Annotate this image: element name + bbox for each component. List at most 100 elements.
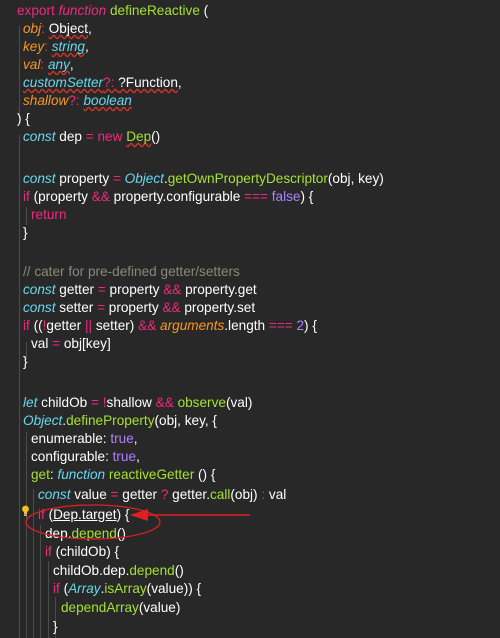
code-token: property xyxy=(109,282,164,297)
code-line[interactable]: if (Dep.target) { xyxy=(0,506,129,524)
code-line[interactable]: customSetter?: ?Function, xyxy=(0,74,182,92)
code-line[interactable]: key: string, xyxy=(0,38,89,56)
code-token: childOb.dep xyxy=(53,563,126,578)
code-token: function xyxy=(58,3,110,18)
code-line[interactable]: const dep = new Dep() xyxy=(0,128,160,146)
code-token: property xyxy=(108,300,163,315)
code-token: let xyxy=(23,395,42,410)
code-token: Dep.target xyxy=(53,507,117,522)
code-token: return xyxy=(31,207,67,222)
code-line[interactable]: configurable: true, xyxy=(0,448,140,466)
code-token: === xyxy=(268,318,297,333)
code-token: : xyxy=(41,21,49,36)
code-line[interactable]: obj: Object, xyxy=(0,20,92,38)
code-line[interactable]: let childOb = !shallow && observe(val) xyxy=(0,394,252,412)
code-token: reactiveGetter xyxy=(108,467,199,482)
code-token: ? xyxy=(160,487,173,502)
code-token: (value) xyxy=(138,600,181,615)
code-token: shallow xyxy=(106,395,156,410)
code-token: (obj, key, { xyxy=(154,413,217,428)
code-line[interactable]: const setter = property && property.set xyxy=(0,299,255,317)
code-token: ?: xyxy=(68,93,84,108)
code-token: , xyxy=(88,21,92,36)
code-line[interactable]: return xyxy=(0,206,67,224)
code-line[interactable]: const getter = property && property.get xyxy=(0,281,257,299)
code-token: === xyxy=(244,189,272,204)
code-token: getter xyxy=(172,487,207,502)
code-token: && xyxy=(163,282,186,297)
code-line[interactable]: val: any, xyxy=(0,56,74,74)
code-token: getter xyxy=(122,487,161,502)
code-line[interactable]: val = obj[key] xyxy=(0,335,111,353)
code-line[interactable]: shallow?: boolean xyxy=(0,92,132,110)
code-line[interactable]: if (childOb) { xyxy=(0,543,119,561)
code-token: ) { xyxy=(304,318,317,333)
code-token: enumerable xyxy=(31,431,103,446)
code-token: = xyxy=(110,487,123,502)
code-token: arguments xyxy=(160,318,225,333)
code-token: getOwnPropertyDescriptor xyxy=(167,171,328,186)
code-token: const xyxy=(23,282,60,297)
code-token: defineProperty xyxy=(66,413,155,428)
code-token: , xyxy=(69,57,74,72)
code-token: () xyxy=(116,526,126,541)
code-token: configurable xyxy=(31,449,106,464)
code-token: ( xyxy=(199,3,209,18)
code-token: if xyxy=(23,189,34,204)
code-line[interactable]: Object.defineProperty(obj, key, { xyxy=(0,412,217,430)
code-token: boolean xyxy=(83,93,132,108)
code-token: val xyxy=(23,57,41,72)
code-token: ?: xyxy=(103,75,119,90)
code-token: && xyxy=(138,318,161,333)
code-token: any xyxy=(47,57,70,72)
code-line[interactable]: ) { xyxy=(0,110,30,128)
code-line[interactable]: } xyxy=(0,224,28,242)
code-token: () { xyxy=(198,467,216,482)
code-token: const xyxy=(38,487,75,502)
code-token: obj[key] xyxy=(63,336,111,351)
code-token: if xyxy=(23,318,34,333)
code-token: = xyxy=(91,395,103,410)
code-token: : xyxy=(40,57,48,72)
code-token: , xyxy=(84,39,89,54)
code-token: && xyxy=(162,300,185,315)
code-token: property.get xyxy=(185,282,257,297)
code-token: Array xyxy=(68,581,101,596)
code-token: ) { xyxy=(116,507,130,522)
code-line[interactable]: enumerable: true, xyxy=(0,430,138,448)
code-line[interactable]: } xyxy=(0,353,28,371)
code-line[interactable]: } xyxy=(0,618,58,636)
code-editor[interactable]: export function defineReactive ( obj: Ob… xyxy=(0,0,500,638)
code-token: const xyxy=(23,129,60,144)
code-token: property.set xyxy=(184,300,256,315)
code-line[interactable]: if (Array.isArray(value)) { xyxy=(0,580,201,598)
code-token: dependArray xyxy=(61,600,139,615)
code-line[interactable]: dependArray(value) xyxy=(0,599,180,617)
code-line[interactable]: const property = Object.getOwnPropertyDe… xyxy=(0,170,384,188)
code-line[interactable]: childOb.dep.depend() xyxy=(0,562,184,580)
code-token: true xyxy=(110,431,134,446)
code-token: customSetter xyxy=(23,75,104,90)
code-line[interactable]: // cater for pre-defined getter/setters xyxy=(0,263,240,281)
code-token: const xyxy=(23,171,60,186)
code-token: value xyxy=(74,487,111,502)
code-line[interactable]: if ((!getter || setter) && arguments.len… xyxy=(0,317,317,335)
code-token: } xyxy=(23,225,28,240)
code-token: if xyxy=(38,507,49,522)
code-token: , xyxy=(133,431,138,446)
code-token: setter xyxy=(59,300,98,315)
code-line[interactable]: if (property && property.configurable ==… xyxy=(0,188,313,206)
code-line[interactable]: dep.depend() xyxy=(0,525,126,543)
code-line[interactable]: get: function reactiveGetter () { xyxy=(0,466,215,484)
code-token: call xyxy=(209,487,231,502)
code-line[interactable]: const value = getter ? getter.call(obj) … xyxy=(0,486,286,504)
code-token: || xyxy=(84,318,96,333)
lightbulb-icon[interactable] xyxy=(21,505,30,517)
code-line[interactable]: export function defineReactive ( xyxy=(0,2,208,20)
code-token: : xyxy=(44,39,52,54)
code-token: : xyxy=(261,487,269,502)
code-token: , xyxy=(136,449,140,464)
code-token: = xyxy=(85,129,98,144)
code-token: (childOb) { xyxy=(55,544,120,559)
code-token: Dep xyxy=(126,129,152,144)
